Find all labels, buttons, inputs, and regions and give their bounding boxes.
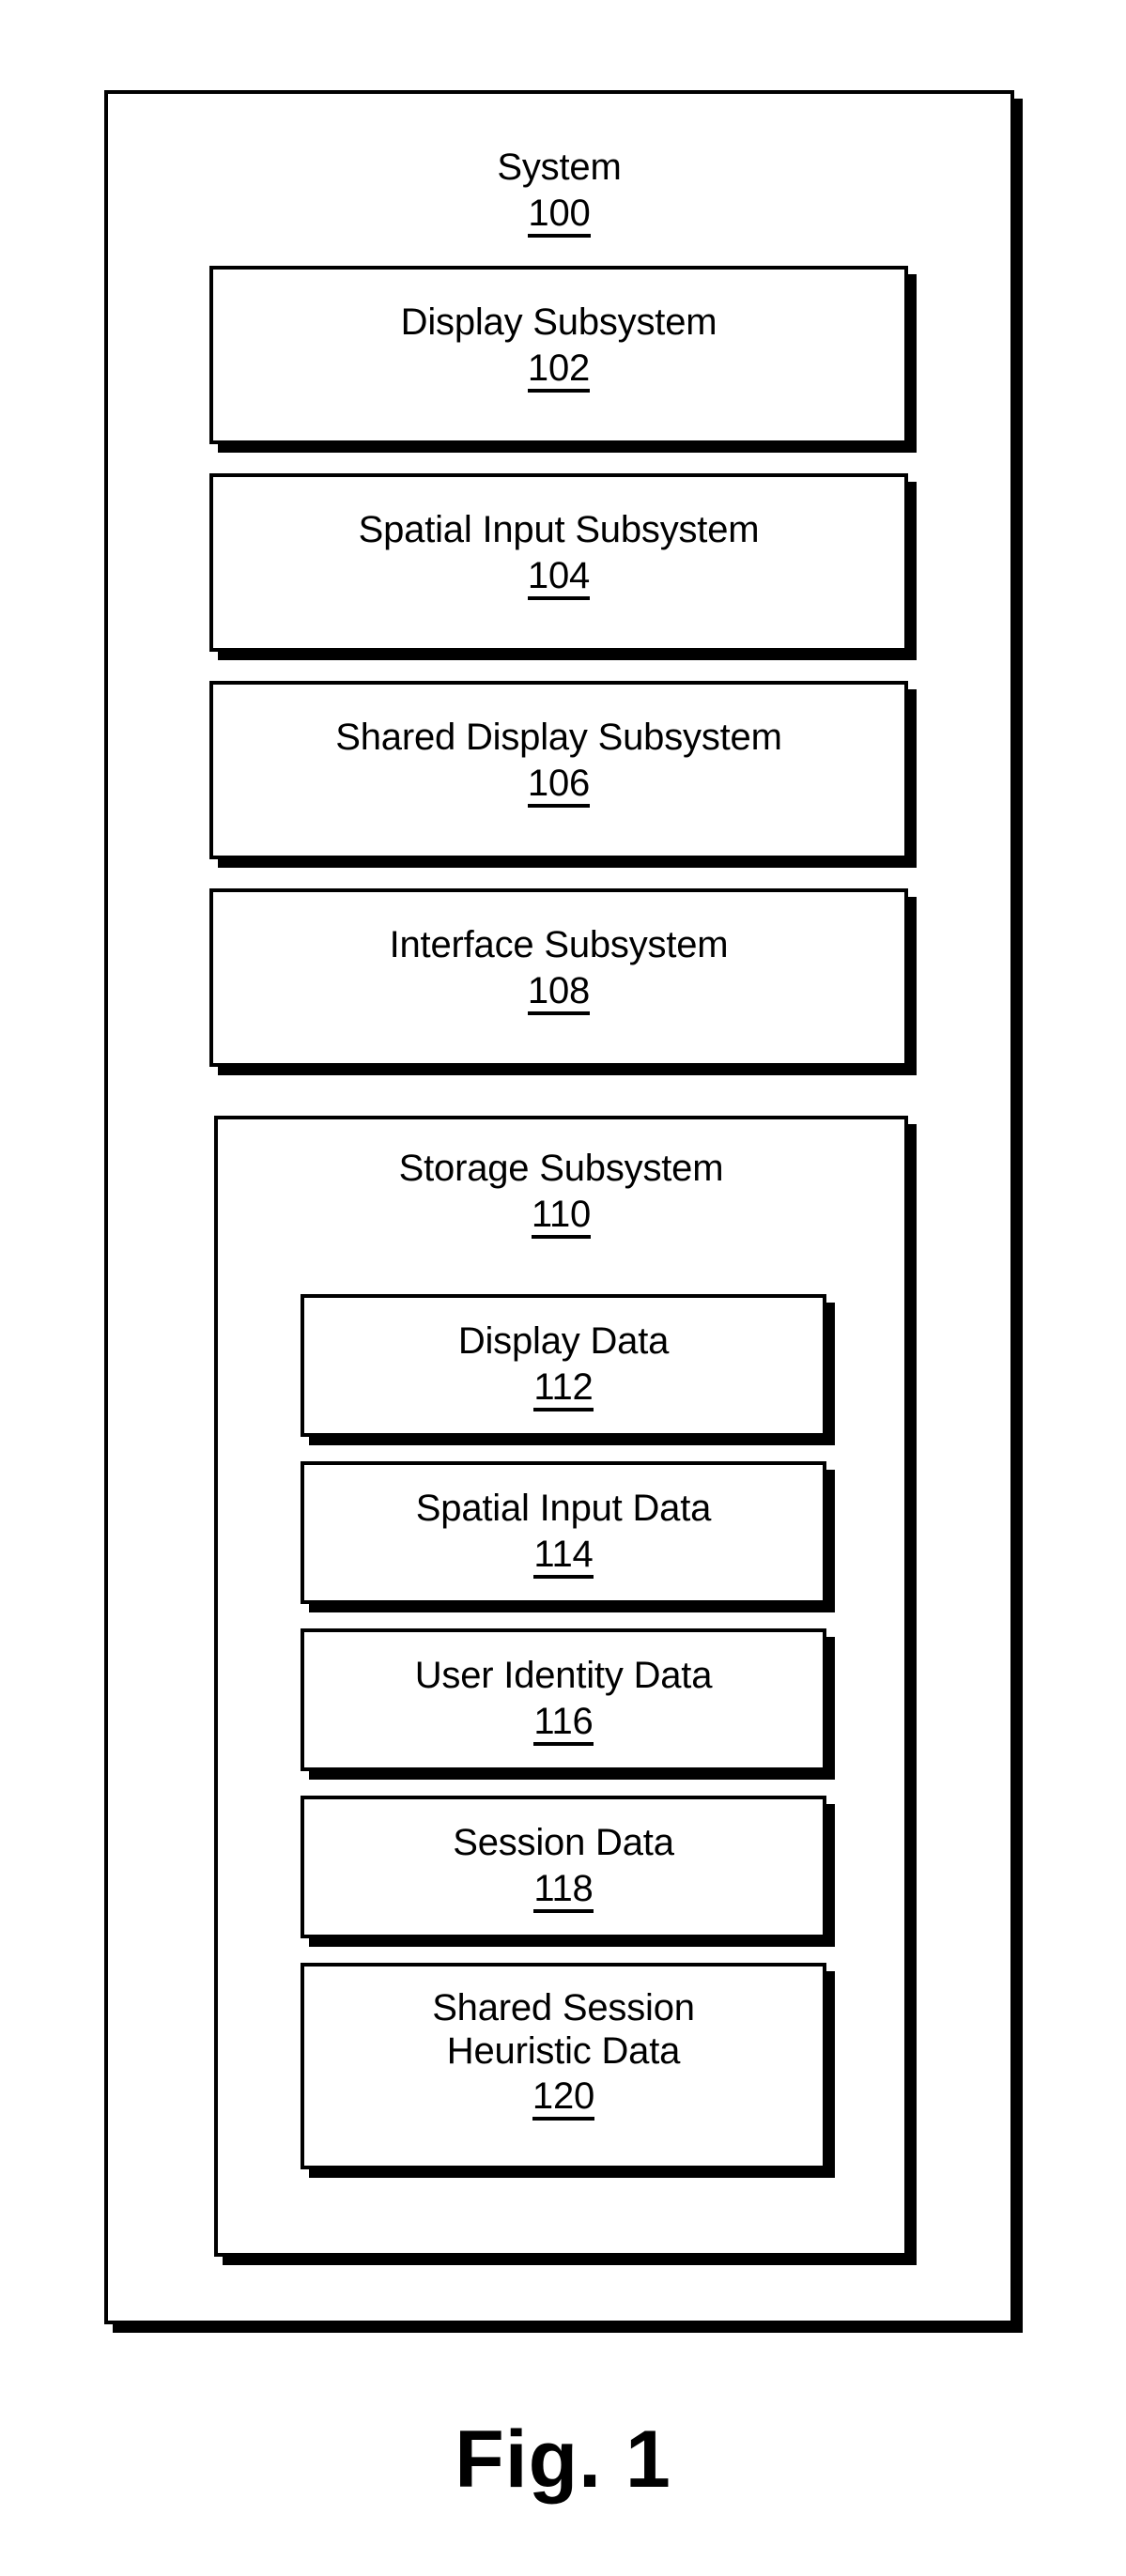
spatial-input-data-title: Spatial Input Data bbox=[415, 1488, 712, 1529]
interface-subsystem-box: Interface Subsystem 108 bbox=[209, 888, 908, 1067]
session-data-label: Session Data 118 bbox=[304, 1822, 823, 1913]
shared-session-heuristic-data-title: Shared Session Heuristic Data bbox=[432, 1987, 695, 2072]
user-identity-data-reference-number: 116 bbox=[533, 1702, 594, 1746]
interface-subsystem-label: Interface Subsystem 108 bbox=[213, 924, 904, 1015]
display-subsystem-label: Display Subsystem 102 bbox=[213, 301, 904, 393]
user-identity-data-title: User Identity Data bbox=[414, 1655, 713, 1696]
spatial-input-data-reference-number: 114 bbox=[533, 1535, 594, 1579]
session-data-box: Session Data 118 bbox=[301, 1796, 826, 1938]
interface-subsystem-title: Interface Subsystem bbox=[389, 924, 729, 965]
display-subsystem-box: Display Subsystem 102 bbox=[209, 266, 908, 444]
storage-subsystem-label: Storage Subsystem 110 bbox=[218, 1148, 904, 1239]
storage-subsystem-reference-number: 110 bbox=[531, 1195, 591, 1239]
shared-display-subsystem-reference-number: 106 bbox=[527, 764, 590, 808]
shared-session-heuristic-data-label: Shared Session Heuristic Data 120 bbox=[304, 1987, 823, 2121]
shared-session-heuristic-data-reference-number: 120 bbox=[532, 2076, 594, 2121]
spatial-input-subsystem-title: Spatial Input Subsystem bbox=[358, 509, 760, 550]
shared-display-subsystem-box: Shared Display Subsystem 106 bbox=[209, 681, 908, 859]
session-data-title: Session Data bbox=[453, 1822, 674, 1863]
display-data-title: Display Data bbox=[457, 1320, 670, 1362]
display-subsystem-title: Display Subsystem bbox=[400, 301, 717, 343]
shared-display-subsystem-label: Shared Display Subsystem 106 bbox=[213, 717, 904, 808]
display-data-label: Display Data 112 bbox=[304, 1320, 823, 1411]
storage-subsystem-title: Storage Subsystem bbox=[398, 1148, 724, 1189]
spatial-input-subsystem-label: Spatial Input Subsystem 104 bbox=[213, 509, 904, 600]
interface-subsystem-reference-number: 108 bbox=[527, 971, 590, 1015]
display-data-box: Display Data 112 bbox=[301, 1294, 826, 1437]
display-data-reference-number: 112 bbox=[533, 1367, 594, 1411]
patent-figure-canvas: System 100 Display Subsystem 102 Spatial… bbox=[0, 0, 1126, 2576]
system-label: System 100 bbox=[108, 147, 1010, 238]
system-title: System bbox=[497, 147, 622, 188]
figure-caption: Fig. 1 bbox=[455, 2414, 671, 2505]
spatial-input-subsystem-box: Spatial Input Subsystem 104 bbox=[209, 473, 908, 652]
spatial-input-data-label: Spatial Input Data 114 bbox=[304, 1488, 823, 1579]
spatial-input-data-box: Spatial Input Data 114 bbox=[301, 1461, 826, 1604]
display-subsystem-reference-number: 102 bbox=[527, 348, 590, 393]
user-identity-data-label: User Identity Data 116 bbox=[304, 1655, 823, 1746]
shared-session-heuristic-data-box: Shared Session Heuristic Data 120 bbox=[301, 1963, 826, 2169]
session-data-reference-number: 118 bbox=[533, 1869, 594, 1913]
spatial-input-subsystem-reference-number: 104 bbox=[527, 556, 590, 600]
system-reference-number: 100 bbox=[528, 193, 591, 238]
user-identity-data-box: User Identity Data 116 bbox=[301, 1628, 826, 1771]
shared-display-subsystem-title: Shared Display Subsystem bbox=[335, 717, 782, 758]
